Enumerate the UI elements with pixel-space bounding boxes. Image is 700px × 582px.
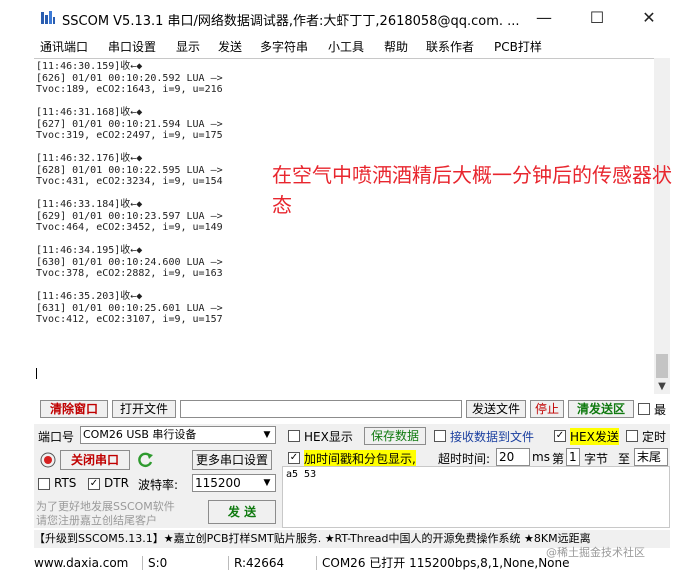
maximize-button[interactable]: ☐ bbox=[583, 6, 611, 30]
rts-checkbox[interactable] bbox=[38, 478, 50, 490]
send-button[interactable]: 发 送 bbox=[208, 500, 276, 524]
sscom-app-icon bbox=[41, 11, 55, 24]
log-line: [11:46:35.203]收←◆ bbox=[36, 291, 143, 302]
close-port-button[interactable]: 关闭串口 bbox=[60, 450, 130, 470]
menu-item-help[interactable]: 帮助 bbox=[384, 38, 408, 55]
file-toolbar: 清除窗口 打开文件 发送文件 停止 清发送区 最 bbox=[34, 400, 670, 420]
byte-label: 字节 bbox=[584, 452, 609, 466]
page-label: 第 bbox=[552, 452, 565, 466]
menu-item-tools[interactable]: 小工具 bbox=[328, 38, 364, 55]
baud-chevron-down-icon[interactable]: ▼ bbox=[260, 475, 274, 491]
status-sent-count: S:0 bbox=[148, 556, 168, 570]
log-line: Tvoc:189, eCO2:1643, i=9, u=216 bbox=[36, 84, 223, 95]
status-recv-count: R:42664 bbox=[234, 556, 285, 570]
rts-label: RTS bbox=[54, 476, 77, 490]
promo-text-2: 请您注册嘉立创结尾客户 bbox=[36, 514, 157, 527]
send-file-button[interactable]: 发送文件 bbox=[466, 400, 526, 418]
receive-scrollbar[interactable]: ▼ bbox=[654, 58, 670, 394]
menu-item-contact-author[interactable]: 联系作者 bbox=[426, 38, 474, 55]
minimize-button[interactable]: — bbox=[530, 6, 558, 30]
log-line: [11:46:33.184]收←◆ bbox=[36, 199, 143, 210]
scrollbar-thumb[interactable] bbox=[656, 354, 668, 378]
menu-item-multi-string[interactable]: 多字符串 bbox=[260, 38, 308, 55]
stop-button[interactable]: 停止 bbox=[530, 400, 564, 418]
log-line: [631] 01/01 00:10:25.601 LUA —> bbox=[36, 302, 223, 314]
log-line: [628] 01/01 00:10:22.595 LUA —> bbox=[36, 164, 223, 176]
log-line: [629] 01/01 00:10:23.597 LUA —> bbox=[36, 210, 223, 222]
port-label: 端口号 bbox=[38, 430, 75, 444]
close-button[interactable]: ✕ bbox=[635, 6, 663, 30]
log-line: [11:46:32.176]收←◆ bbox=[36, 153, 143, 164]
recv-to-file-checkbox[interactable] bbox=[434, 430, 446, 442]
send-textarea[interactable]: a5 53 bbox=[282, 466, 670, 528]
recv-to-file-label[interactable]: 接收数据到文件 bbox=[450, 428, 534, 445]
hex-send-checkbox[interactable]: ✓ bbox=[554, 430, 566, 442]
port-select[interactable]: COM26 USB 串行设备 bbox=[80, 426, 276, 444]
text-cursor bbox=[36, 368, 37, 379]
dtr-label: DTR bbox=[104, 476, 129, 490]
baud-label: 波特率: bbox=[138, 478, 179, 492]
title-bar: SSCOM V5.13.1 串口/网络数据调试器,作者:大虾丁丁,2618058… bbox=[0, 0, 700, 36]
refresh-icon[interactable] bbox=[138, 451, 154, 469]
hex-display-label: HEX显示 bbox=[304, 430, 353, 444]
log-line: [11:46:31.168]收←◆ bbox=[36, 107, 143, 118]
log-gap bbox=[36, 142, 223, 154]
send-content: a5 53 bbox=[286, 469, 317, 480]
end-byte-select[interactable]: 末尾 bbox=[634, 448, 668, 466]
log-line: [627] 01/01 00:10:21.594 LUA —> bbox=[36, 118, 223, 130]
status-divider bbox=[316, 556, 317, 570]
open-file-button[interactable]: 打开文件 bbox=[112, 400, 176, 418]
status-divider bbox=[142, 556, 143, 570]
menu-item-pcb[interactable]: PCB打样 bbox=[494, 38, 542, 55]
log-line: [626] 01/01 00:10:20.592 LUA —> bbox=[36, 72, 223, 84]
log-line: Tvoc:412, eCO2:3107, i=9, u=157 bbox=[36, 314, 223, 325]
log-line: [11:46:30.159]收←◆ bbox=[36, 61, 143, 72]
status-divider bbox=[228, 556, 229, 570]
menu-item-send[interactable]: 发送 bbox=[218, 38, 242, 55]
clear-window-button[interactable]: 清除窗口 bbox=[40, 400, 108, 418]
receive-log: [11:46:30.159]收←◆ [626] 01/01 00:10:20.59… bbox=[36, 61, 223, 326]
log-line: Tvoc:378, eCO2:2882, i=9, u=163 bbox=[36, 268, 223, 279]
timed-checkbox[interactable] bbox=[626, 430, 638, 442]
status-site[interactable]: www.daxia.com bbox=[34, 552, 128, 574]
log-line: [630] 01/01 00:10:24.600 LUA —> bbox=[36, 256, 223, 268]
log-gap bbox=[36, 234, 223, 246]
hex-display-checkbox[interactable] bbox=[288, 430, 300, 442]
log-gap bbox=[36, 280, 223, 292]
chevron-down-icon[interactable]: ▼ bbox=[260, 427, 274, 443]
window-title: SSCOM V5.13.1 串口/网络数据调试器,作者:大虾丁丁,2618058… bbox=[62, 14, 520, 29]
log-line: Tvoc:319, eCO2:2497, i=9, u=175 bbox=[36, 130, 223, 141]
last-label: 最 bbox=[654, 403, 667, 417]
ms-label: ms bbox=[532, 450, 550, 464]
log-line: [11:46:34.195]收←◆ bbox=[36, 245, 143, 256]
watermark: @稀土掘金技术社区 bbox=[546, 546, 645, 559]
last-checkbox[interactable] bbox=[638, 403, 650, 415]
more-port-settings-button[interactable]: 更多串口设置 bbox=[192, 450, 272, 470]
status-port-state: COM26 已打开 115200bps,8,1,None,None bbox=[322, 556, 570, 570]
file-path-input[interactable] bbox=[180, 400, 462, 418]
menu-item-comm-port[interactable]: 通讯端口 bbox=[40, 38, 88, 55]
receive-window[interactable]: [11:46:30.159]收←◆ [626] 01/01 00:10:20.59… bbox=[34, 58, 670, 394]
clear-send-area-button[interactable]: 清发送区 bbox=[568, 400, 634, 418]
save-data-button[interactable]: 保存数据 bbox=[364, 427, 426, 445]
timestamp-checkbox[interactable]: ✓ bbox=[288, 452, 300, 464]
timed-label: 定时 bbox=[642, 430, 667, 444]
log-gap bbox=[36, 188, 223, 200]
hex-send-label: HEX发送 bbox=[570, 428, 619, 445]
red-annotation: 在空气中喷洒酒精后大概一分钟后的传感器状态 bbox=[272, 163, 672, 217]
scroll-down-arrow-icon[interactable]: ▼ bbox=[654, 381, 670, 392]
to-label: 至 bbox=[618, 452, 631, 466]
timestamp-label: 加时间戳和分包显示, bbox=[304, 450, 416, 467]
start-byte-input[interactable]: 1 bbox=[566, 448, 580, 466]
port-status-icon bbox=[40, 452, 56, 468]
log-line: Tvoc:431, eCO2:3234, i=9, u=154 bbox=[36, 176, 223, 187]
menu-item-display[interactable]: 显示 bbox=[176, 38, 200, 55]
menu-item-port-settings[interactable]: 串口设置 bbox=[108, 38, 156, 55]
timeout-input[interactable]: 20 bbox=[496, 448, 530, 466]
dtr-checkbox[interactable]: ✓ bbox=[88, 478, 100, 490]
log-gap bbox=[36, 96, 223, 108]
timeout-label: 超时时间: bbox=[438, 452, 491, 466]
log-line: Tvoc:464, eCO2:3452, i=9, u=149 bbox=[36, 222, 223, 233]
